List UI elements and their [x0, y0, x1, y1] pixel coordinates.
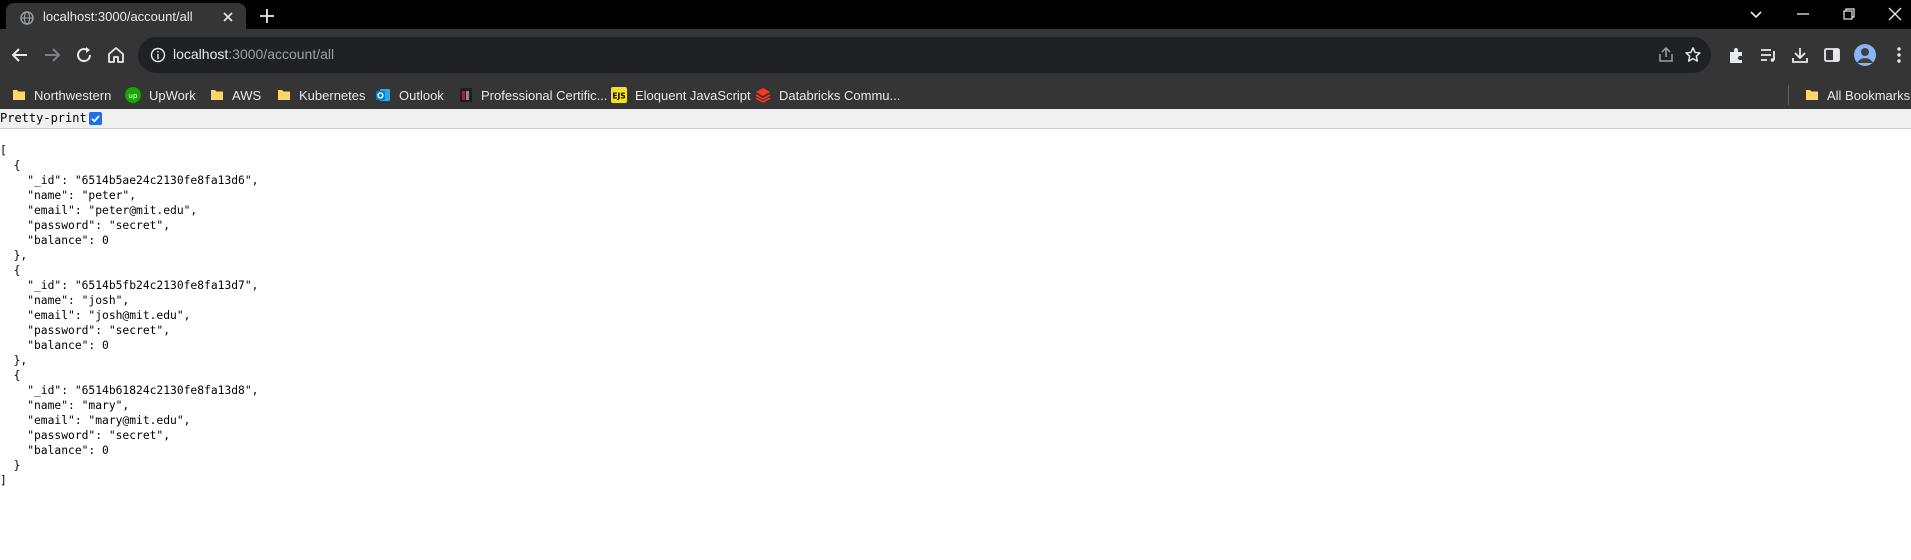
- bookmarks-divider: [1788, 85, 1789, 105]
- folder-icon: [211, 90, 223, 100]
- json-line: "email": "josh@mit.edu",: [0, 309, 191, 322]
- bookmark-label: Databricks Commu...: [779, 87, 901, 103]
- reading-list-icon[interactable]: [1758, 45, 1778, 65]
- close-tab-icon[interactable]: [220, 9, 236, 25]
- close-window-button[interactable]: [1887, 6, 1903, 22]
- bookmark-kubernetes[interactable]: Kubernetes: [277, 85, 366, 105]
- bookmark-label: Outlook: [399, 87, 444, 103]
- json-line: "password": "secret",: [0, 219, 171, 232]
- restore-button[interactable]: [1841, 6, 1857, 22]
- bookmark-label: Professional Certific...: [481, 87, 608, 103]
- ejs-icon: EJS: [611, 87, 627, 103]
- json-line: }: [0, 459, 21, 472]
- json-line: "name": "josh",: [0, 294, 130, 307]
- databricks-icon: [755, 88, 771, 103]
- json-line: "_id": "6514b61824c2130fe8fa13d8",: [0, 384, 259, 397]
- json-line: [: [0, 144, 7, 157]
- site-info-icon[interactable]: [150, 47, 166, 63]
- tab-strip: localhost:3000/account/all: [0, 0, 1911, 32]
- json-line: {: [0, 264, 21, 277]
- bookmark-aws[interactable]: AWS: [210, 85, 261, 105]
- bookmark-professional-cert[interactable]: Professional Certific...: [459, 85, 607, 105]
- browser-toolbar: localhost:3000/account/all: [0, 29, 1911, 81]
- tab-title: localhost:3000/account/all: [43, 9, 193, 24]
- json-line: "password": "secret",: [0, 324, 171, 337]
- bookmark-upwork[interactable]: up UpWork: [125, 85, 196, 105]
- professional-cert-icon: [460, 88, 472, 102]
- json-line: "_id": "6514b5fb24c2130fe8fa13d7",: [0, 279, 259, 292]
- bookmark-label: AWS: [232, 87, 262, 103]
- pretty-print-label: Pretty-print: [0, 111, 87, 125]
- address-bar[interactable]: localhost:3000/account/all: [138, 37, 1711, 73]
- reload-icon[interactable]: [74, 45, 94, 65]
- new-tab-button[interactable]: [258, 7, 276, 25]
- back-arrow-icon[interactable]: [10, 45, 30, 65]
- json-line: {: [0, 369, 21, 382]
- forward-arrow-icon[interactable]: [42, 45, 62, 65]
- minimize-button[interactable]: [1795, 6, 1811, 22]
- bookmark-northwestern[interactable]: Northwestern: [12, 85, 111, 105]
- share-icon[interactable]: [1657, 46, 1675, 64]
- url-host: localhost: [173, 46, 229, 62]
- bookmark-eloquent-js[interactable]: EJS Eloquent JavaScript: [611, 85, 751, 105]
- profile-avatar-icon[interactable]: [1853, 43, 1877, 67]
- json-line: "email": "peter@mit.edu",: [0, 204, 198, 217]
- folder-icon: [278, 90, 290, 100]
- json-line: },: [0, 354, 28, 367]
- tab-search-icon[interactable]: [1748, 6, 1764, 22]
- home-icon[interactable]: [106, 45, 126, 65]
- json-line: "email": "mary@mit.edu",: [0, 414, 191, 427]
- pretty-print-bar: Pretty-print: [0, 109, 1911, 129]
- bookmark-outlook[interactable]: Outlook: [375, 85, 444, 105]
- globe-icon: [20, 11, 34, 25]
- folder-icon: [13, 90, 25, 100]
- side-panel-icon[interactable]: [1822, 45, 1842, 65]
- bookmark-label: Northwestern: [34, 87, 112, 103]
- download-icon[interactable]: [1790, 45, 1810, 65]
- url-path: :3000/account/all: [228, 46, 335, 62]
- outlook-icon: [376, 89, 390, 101]
- json-line: "balance": 0: [0, 444, 109, 457]
- browser-tab[interactable]: localhost:3000/account/all: [6, 3, 246, 32]
- json-line: {: [0, 159, 21, 172]
- menu-kebab-icon[interactable]: [1889, 45, 1909, 65]
- bookmark-label: UpWork: [149, 87, 196, 103]
- bookmark-star-icon[interactable]: [1684, 46, 1702, 64]
- json-content: [ { "_id": "6514b5ae24c2130fe8fa13d6", "…: [0, 143, 258, 488]
- bookmark-label: Eloquent JavaScript: [635, 87, 751, 103]
- json-line: "password": "secret",: [0, 429, 171, 442]
- svg-text:up: up: [129, 92, 138, 100]
- json-line: "name": "mary",: [0, 399, 130, 412]
- all-bookmarks-label: All Bookmarks: [1827, 87, 1911, 103]
- folder-icon: [1806, 90, 1818, 100]
- upwork-icon: up: [125, 87, 141, 103]
- extensions-icon[interactable]: [1726, 45, 1746, 65]
- url-text[interactable]: localhost:3000/account/all: [173, 46, 334, 62]
- json-line: "_id": "6514b5ae24c2130fe8fa13d6",: [0, 174, 259, 187]
- json-line: "name": "peter",: [0, 189, 137, 202]
- bookmarks-bar: Northwestern up UpWork AWS Kubernetes Ou…: [0, 81, 1911, 109]
- pretty-print-checkbox[interactable]: [89, 112, 102, 125]
- json-line: "balance": 0: [0, 234, 109, 247]
- all-bookmarks-button[interactable]: All Bookmarks: [1805, 85, 1910, 105]
- bookmark-label: Kubernetes: [299, 87, 366, 103]
- svg-text:EJS: EJS: [612, 92, 625, 101]
- json-line: },: [0, 249, 28, 262]
- json-line: "balance": 0: [0, 339, 109, 352]
- bookmark-databricks[interactable]: Databricks Commu...: [755, 85, 900, 105]
- json-line: ]: [0, 474, 7, 487]
